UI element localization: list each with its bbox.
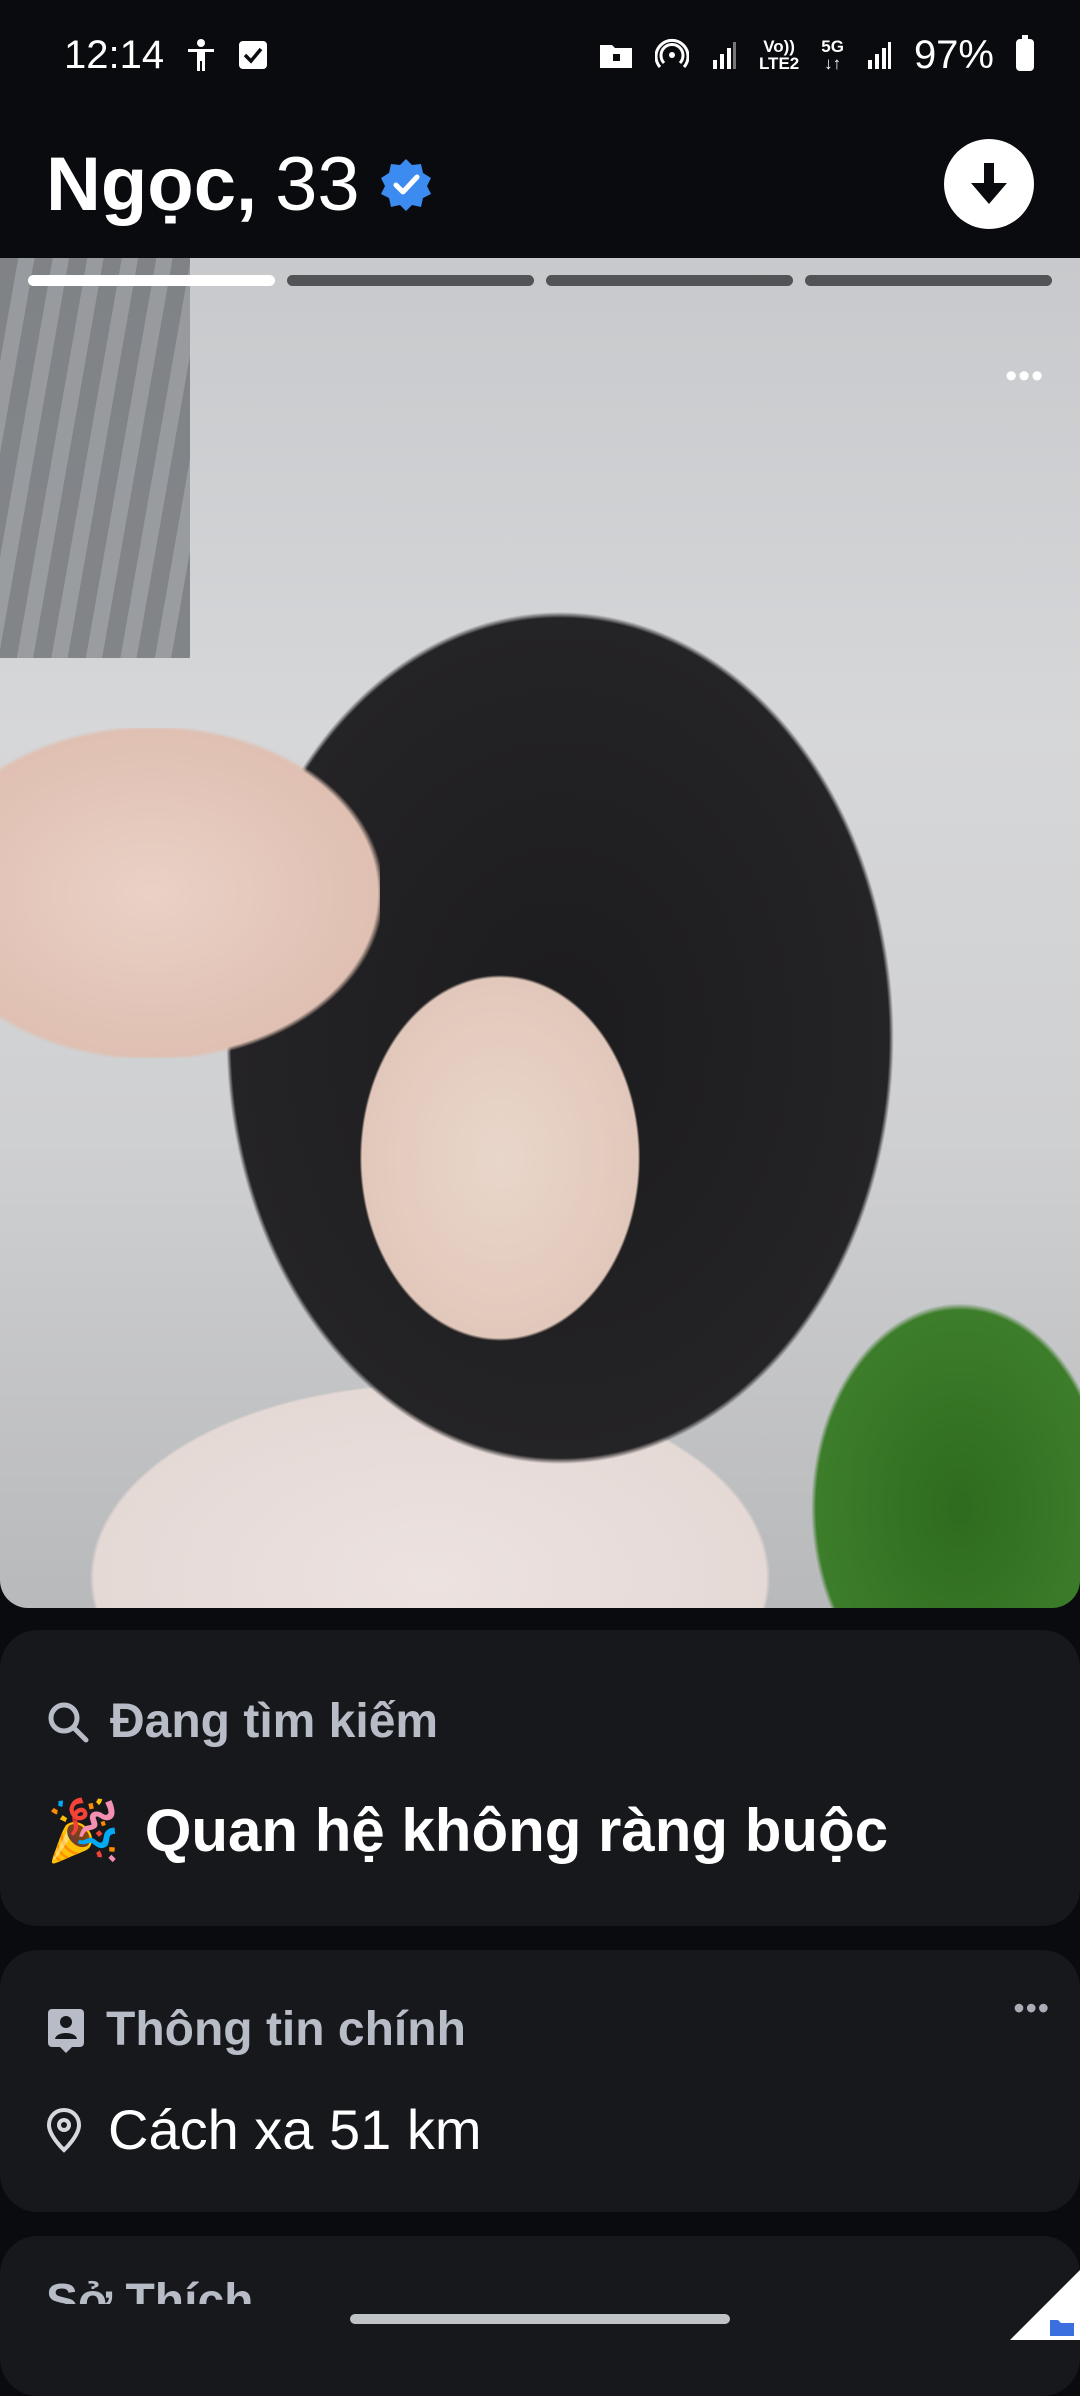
signal-icon-1 [712,42,736,69]
home-indicator[interactable] [350,2314,730,2324]
interests-title: Sở Thích [46,2275,254,2304]
photo-progress [28,275,1052,286]
photo-hand [0,728,380,1058]
volte-label: Vo)) LTE2 [758,37,800,73]
profile-age: 33 [275,141,360,227]
folder-shortcut-icon[interactable] [1010,2270,1080,2340]
checkbox-notification-icon [239,41,268,69]
hotspot-icon [654,38,689,68]
status-right: Vo)) LTE2 5G ↓↑ 97% [599,33,1034,78]
looking-for-header: Đang tìm kiếm [46,1630,1034,1749]
profile-header: Ngọc, 33 [0,110,1080,258]
folder-lock-icon [599,45,632,68]
party-popper-icon: 🎉 [46,1797,121,1864]
looking-for-value: Quan hệ không ràng buộc [144,1797,889,1864]
status-time: 12:14 [64,32,165,77]
distance-text: Cách xa 51 km [108,2098,482,2161]
verified-badge-icon[interactable] [378,156,434,212]
looking-for-value-row: 🎉 Quan hệ không ràng buộc [46,1795,1034,1866]
close-profile-button[interactable] [944,139,1034,229]
main-info-title: Thông tin chính [106,2003,466,2056]
contact-card-icon [48,2008,84,2053]
looking-for-card: Đang tìm kiếm 🎉 Quan hệ không ràng buộc [0,1630,1080,1926]
search-icon [48,1702,89,1742]
card-more-icon[interactable]: ••• [1013,1990,1050,2027]
status-bar: 12:14 Vo)) LTE2 5G ↓↑ 97% [0,0,1080,110]
photo-progress-segment[interactable] [805,275,1052,286]
main-info-card: ••• Thông tin chính Cách xa 51 km [0,1950,1080,2212]
photo-more-icon[interactable]: ••• [1005,359,1044,393]
looking-for-title: Đang tìm kiếm [110,1695,439,1748]
profile-photo[interactable]: ••• [0,258,1080,1608]
arrow-down-icon [971,163,1007,204]
main-info-header: Thông tin chính [46,1950,1034,2057]
battery-icon [1016,35,1034,71]
distance-row: Cách xa 51 km [46,2097,1034,2162]
photo-progress-segment[interactable] [546,275,793,286]
location-pin-icon [46,2107,82,2153]
profile-name: Ngọc, [46,141,258,227]
status-left: 12:14 [64,33,268,78]
photo-background-curtain [0,258,190,658]
fiveg-label: 5G ↓↑ [821,37,844,73]
signal-icon-2 [867,42,891,69]
photo-progress-segment[interactable] [28,275,275,286]
accessibility-icon [188,39,215,71]
battery-percent: 97% [913,32,994,77]
photo-progress-segment[interactable] [287,275,534,286]
name-row: Ngọc, 33 [46,141,434,228]
